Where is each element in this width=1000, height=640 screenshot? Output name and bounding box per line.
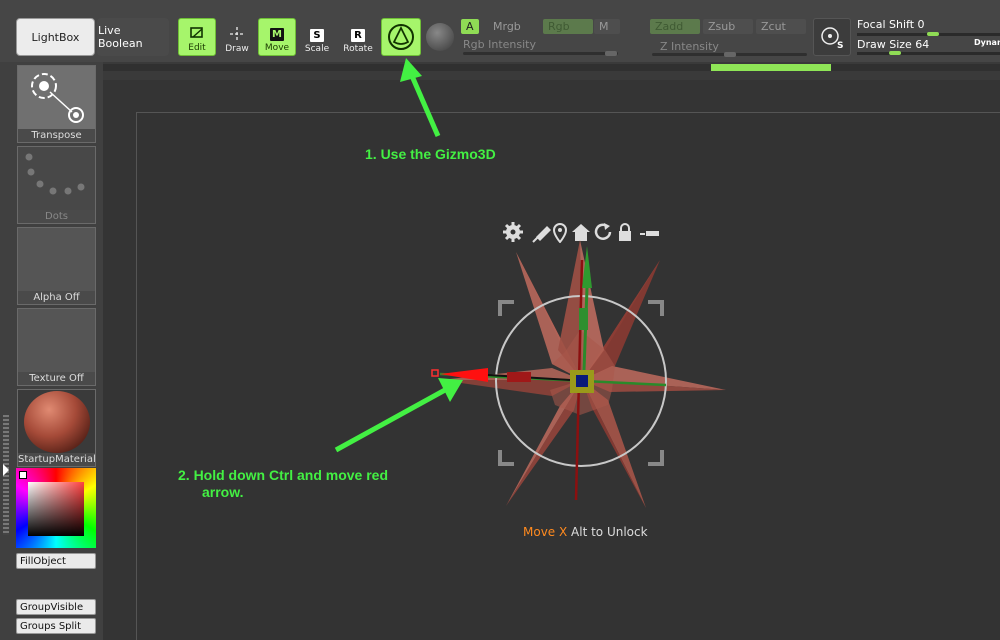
status-hint: Alt to Unlock bbox=[567, 525, 648, 539]
annotation-arrow-2 bbox=[334, 378, 463, 453]
gizmo-status-text: Move X Alt to Unlock bbox=[523, 525, 648, 539]
annotation-step-2-line-1: 2. Hold down Ctrl and move red bbox=[178, 467, 389, 483]
annotation-step-2-line-2: arrow. bbox=[202, 484, 244, 500]
annotation-arrows bbox=[334, 58, 463, 453]
annotation-arrow-1 bbox=[400, 58, 441, 137]
annotation-step-1: 1. Use the Gizmo3D bbox=[365, 146, 496, 162]
status-axis: Move X bbox=[523, 525, 568, 539]
